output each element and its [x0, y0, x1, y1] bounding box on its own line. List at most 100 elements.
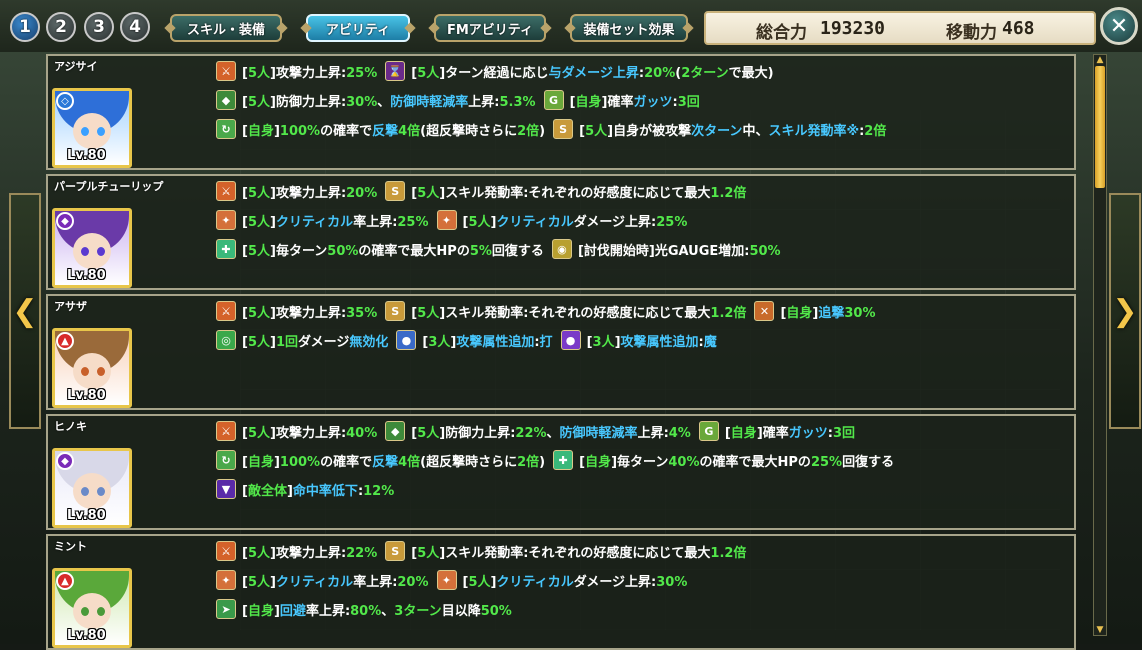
- ability-text-part: 1.2倍: [710, 545, 747, 561]
- ability-text: [5人]クリティカル率上昇:25%: [242, 211, 429, 230]
- ability-text-part: 防御時軽減率: [559, 425, 638, 441]
- ability-line: ⚔ [5人]攻撃力上昇:22% S [5人]スキル発動率:それぞれの好感度に応じて最大…: [212, 540, 750, 562]
- ability-text: [3人]攻撃属性追加:打: [422, 331, 552, 350]
- scroll-up-icon[interactable]: ▲: [1093, 54, 1107, 66]
- ability-text: [5人]防御力上昇:22%、防御時軽減率上昇:4%: [411, 422, 691, 441]
- character-level: Lv.80: [67, 508, 106, 523]
- ability-text-part: ]ターン経過に応じ: [439, 65, 549, 81]
- ability-text-part: 目以降: [441, 603, 481, 619]
- ability-text-part: ]攻撃力上昇:: [270, 305, 347, 321]
- ability-line: ⚔ [5人]攻撃力上昇:35% S [5人]スキル発動率:それぞれの好感度に応じて最大…: [212, 300, 880, 322]
- ability-text-part: 5人: [417, 305, 440, 321]
- portrait-eye: [97, 607, 105, 616]
- portrait-eye: [81, 607, 89, 616]
- character-portrait[interactable]: ▲ Lv.80: [52, 568, 132, 648]
- character-portrait[interactable]: ◇ Lv.80: [52, 88, 132, 168]
- ability-text-part: 50%: [327, 243, 359, 259]
- ability-text-part: の確率で: [320, 454, 373, 470]
- ability-line: ✚ [5人]毎ターン50%の確率で最大HPの5%回復する ◉ [討伐開始時]光GAUG…: [212, 238, 785, 260]
- fire-attribute-icon: ▲: [56, 332, 74, 350]
- ability-text-part: 回避: [279, 603, 306, 619]
- heal-icon: ✚: [553, 450, 574, 470]
- next-page-button[interactable]: ❯: [1109, 193, 1141, 429]
- ability-text-part: 自身: [247, 454, 274, 470]
- character-name: パープルチューリップ: [54, 180, 164, 193]
- character-portrait[interactable]: ◆ Lv.80: [52, 448, 132, 528]
- ability-text-part: クリティカル: [275, 574, 354, 590]
- ability-text-part: 5人: [247, 425, 270, 441]
- ability-text-part: 35%: [346, 305, 378, 321]
- ability-line: ◆ [5人]防御力上昇:30%、防御時軽減率上昇:5.3% G [自身]確率ガッツ:3…: [212, 89, 704, 111]
- move-power-value: 468: [1002, 18, 1035, 39]
- character-name: アサザ: [54, 300, 87, 313]
- character-row: パープルチューリップ ◆ Lv.80 ⚔ [5人]攻撃力上昇:20% S [5人]スキル発…: [46, 174, 1076, 290]
- ability-text: [5人]スキル発動率:それぞれの好感度に応じて最大1.2倍: [411, 302, 746, 321]
- portrait-face: [73, 113, 111, 149]
- party-4-button[interactable]: 4: [120, 12, 150, 42]
- character-portrait[interactable]: ▲ Lv.80: [52, 328, 132, 408]
- ability-text-part: [討伐開始時]光GAUGE増加:: [577, 243, 750, 259]
- character-portrait[interactable]: ◆ Lv.80: [52, 208, 132, 288]
- scroll-down-icon[interactable]: ▼: [1093, 624, 1107, 636]
- character-name: アジサイ: [54, 60, 98, 73]
- portrait-eye: [81, 127, 89, 136]
- tab-equipment-set[interactable]: 装備セット効果: [570, 14, 688, 42]
- tab-skill-equipment[interactable]: スキル・装備: [170, 14, 282, 42]
- ability-line: ✦ [5人]クリティカル率上昇:25% ✦ [5人]クリティカルダメージ上昇:25%: [212, 209, 691, 231]
- ability-text-part: ダメージ上昇:: [573, 214, 657, 230]
- portrait-eye: [97, 247, 105, 256]
- ability-text: [5人]ターン経過に応じ与ダメージ上昇:20%(2ターンで最大): [411, 62, 773, 81]
- ability-text-part: 25%: [810, 454, 843, 470]
- ability-text-part: 次ターン: [691, 123, 743, 139]
- ability-text: [自身]回避率上昇:80%、3ターン目以降50%: [242, 600, 512, 619]
- ability-text-part: の確率で: [320, 123, 373, 139]
- party-3-button[interactable]: 3: [84, 12, 114, 42]
- ability-text-part: 、: [381, 603, 395, 619]
- ability-text-part: 12%: [363, 483, 395, 499]
- ability-text-part: 、: [377, 94, 391, 110]
- ability-text-part: 22%: [515, 425, 547, 441]
- party-1-button[interactable]: 1: [10, 12, 40, 42]
- tab-ability[interactable]: アビリティ: [306, 14, 410, 42]
- defense-up-icon: ◆: [216, 90, 236, 110]
- ability-text-part: 5人: [585, 123, 608, 139]
- ability-text-part: ]攻撃力上昇:: [270, 425, 347, 441]
- ability-text-part: 3人: [428, 334, 451, 350]
- ability-text-part: ]確率: [601, 94, 634, 110]
- defense-up-icon: ◆: [385, 421, 406, 441]
- ability-text-part: 4倍: [398, 123, 421, 139]
- scrollbar-thumb[interactable]: [1095, 66, 1105, 188]
- ability-text: [自身]100%の確率で反撃4倍(超反撃時さらに2倍): [242, 451, 545, 470]
- ability-text-part: ]スキル発動率:それぞれの好感度に応じて最大: [439, 305, 711, 321]
- ability-text-part: 敵全体: [247, 483, 287, 499]
- close-icon[interactable]: ✕: [1100, 7, 1138, 45]
- ability-text-part: で最大): [728, 65, 774, 81]
- ability-text-part: 3ターン: [394, 603, 442, 619]
- total-power-label: 総合力: [756, 23, 807, 43]
- party-2-button[interactable]: 2: [46, 12, 76, 42]
- ability-text-part: 1回: [275, 334, 298, 350]
- ability-text-part: 3回: [832, 425, 856, 441]
- ability-line: ▼ [敵全体]命中率低下:12%: [212, 478, 398, 500]
- ability-text: [5人]毎ターン50%の確率で最大HPの5%回復する: [242, 240, 544, 259]
- tab-fm-ability[interactable]: FMアビリティ: [434, 14, 546, 42]
- attack-up-icon: ⚔: [216, 61, 236, 81]
- ability-text-part: 自身: [786, 305, 813, 321]
- ability-text-part: 回復する: [842, 454, 895, 470]
- ability-text-part: 25%: [656, 214, 688, 230]
- portrait-eye: [97, 127, 105, 136]
- ability-text: [5人]スキル発動率:それぞれの好感度に応じて最大1.2倍: [411, 542, 746, 561]
- character-row: ヒノキ ◆ Lv.80 ⚔ [5人]攻撃力上昇:40% ◆ [5人]防御力上昇:22%、防…: [46, 414, 1076, 530]
- ability-text-part: 中、: [742, 123, 769, 139]
- ability-text-part: 5人: [417, 185, 440, 201]
- ability-text-part: ]毎ターン: [270, 243, 328, 259]
- ability-text-part: 5人: [468, 214, 491, 230]
- portrait-face: [73, 233, 111, 269]
- ability-text-part: 5人: [247, 574, 270, 590]
- character-level: Lv.80: [67, 628, 106, 643]
- ability-text-part: 30%: [656, 574, 688, 590]
- ability-text-part: 5人: [417, 545, 440, 561]
- ability-text-part: 40%: [346, 425, 378, 441]
- prev-page-button[interactable]: ❮: [9, 193, 41, 429]
- ability-text: [5人]スキル発動率:それぞれの好感度に応じて最大1.2倍: [411, 182, 746, 201]
